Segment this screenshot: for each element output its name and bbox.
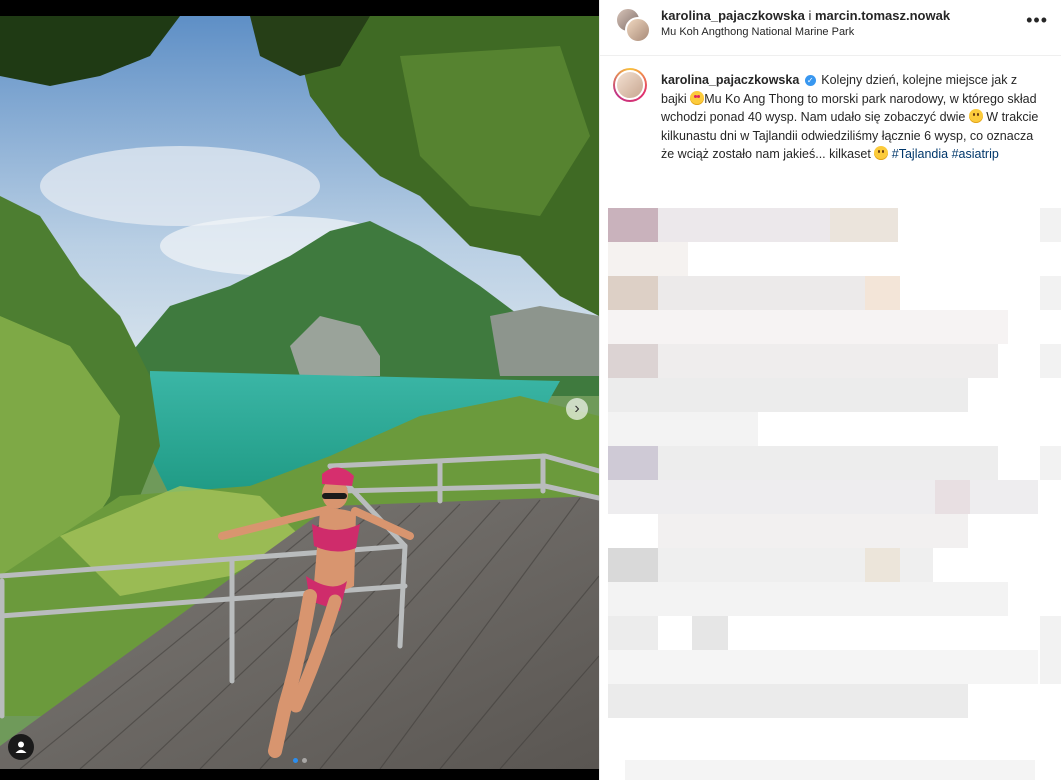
caption-username[interactable]: karolina_pajaczkowska: [661, 73, 799, 87]
user-tag-button[interactable]: [8, 734, 34, 760]
post-header: karolina_pajaczkowska i marcin.tomasz.no…: [600, 0, 1061, 56]
blurred-comments: [600, 190, 1061, 780]
header-usernames: karolina_pajaczkowska i marcin.tomasz.no…: [661, 8, 950, 23]
verified-badge-icon: ✓: [804, 75, 816, 86]
grin-sweat-emoji-icon: [968, 109, 983, 123]
more-options-icon[interactable]: •••: [1026, 10, 1048, 31]
hashtag-link[interactable]: #Tajlandia: [892, 147, 948, 161]
heart-eyes-emoji-icon: [690, 90, 705, 105]
post-caption: karolina_pajaczkowska ✓ Kolejny dzień, k…: [661, 71, 1046, 164]
avatar[interactable]: [625, 17, 651, 43]
carousel-dots: [0, 758, 599, 763]
caption-avatar[interactable]: [613, 68, 647, 102]
hashtag-link[interactable]: #asiatrip: [952, 147, 999, 161]
collab-avatars[interactable]: [615, 7, 651, 43]
laughing-emoji-icon: [874, 146, 889, 160]
user-tag-icon: [15, 741, 27, 753]
post-side-panel: karolina_pajaczkowska i marcin.tomasz.no…: [599, 0, 1061, 780]
pixelation-mosaic: [608, 208, 1061, 780]
carousel-next-button[interactable]: ›: [566, 398, 588, 420]
photo-scene: [0, 16, 599, 769]
location-link[interactable]: Mu Koh Angthong National Marine Park: [661, 26, 854, 38]
post-photo[interactable]: ›: [0, 16, 599, 769]
usernames-separator: i: [808, 8, 812, 23]
carousel-dot: [301, 758, 307, 763]
username-link[interactable]: marcin.tomasz.nowak: [815, 8, 950, 23]
carousel-dot: [292, 758, 298, 763]
username-link[interactable]: karolina_pajaczkowska: [661, 8, 805, 23]
